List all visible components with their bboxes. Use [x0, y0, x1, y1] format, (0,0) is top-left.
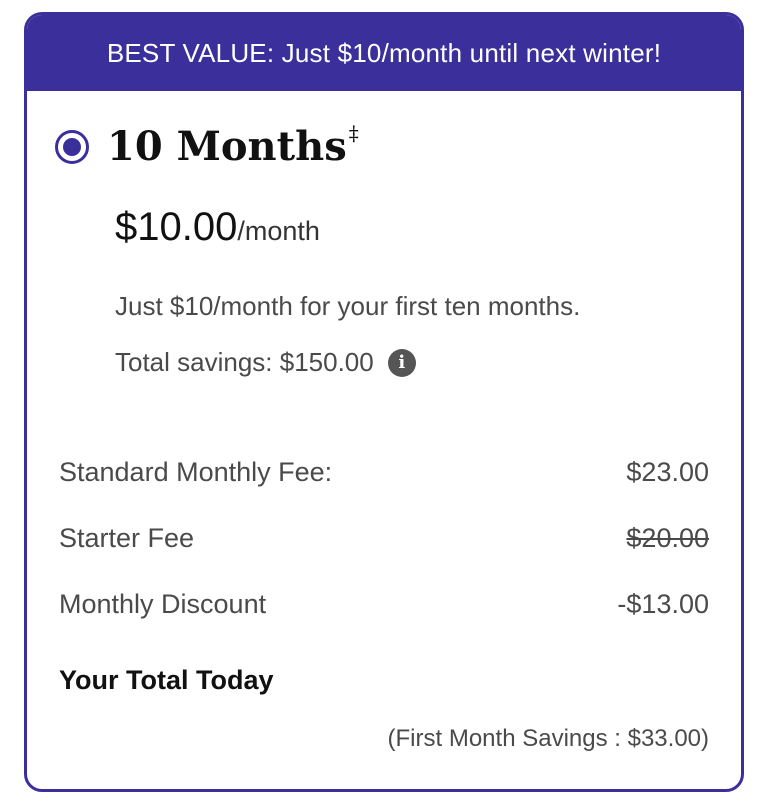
price-amount: $10.00: [115, 205, 238, 249]
info-icon[interactable]: i: [387, 348, 416, 377]
banner-text: BEST VALUE: Just $10/month until next wi…: [106, 37, 662, 68]
plan-title-text: 10 Months: [107, 123, 347, 170]
total-savings-text: Total savings: $150.00: [115, 347, 374, 377]
best-value-banner: BEST VALUE: Just $10/month until next wi…: [27, 15, 741, 91]
monthly-discount-label: Monthly Discount: [59, 589, 267, 619]
price-unit: /month: [237, 216, 320, 246]
plan-option[interactable]: 10 Months ‡: [55, 123, 359, 167]
total-savings: Total savings: $150.00 i: [115, 347, 416, 378]
standard-monthly-fee-row: Standard Monthly Fee: $23.00: [59, 457, 709, 488]
plan-title: 10 Months ‡: [107, 123, 359, 167]
monthly-discount-value: -$13.00: [617, 589, 709, 619]
starter-fee-label: Starter Fee: [59, 523, 195, 553]
standard-monthly-fee-label: Standard Monthly Fee:: [59, 457, 333, 487]
plan-price: $10.00 /month: [115, 205, 320, 250]
starter-fee-value: $20.00: [626, 523, 709, 553]
plan-card[interactable]: BEST VALUE: Just $10/month until next wi…: [24, 12, 744, 792]
plan-title-footnote-mark: ‡: [348, 121, 359, 145]
plan-radio-button[interactable]: [55, 130, 89, 164]
standard-monthly-fee-value: $23.00: [626, 457, 709, 487]
starter-fee-row: Starter Fee $20.00: [59, 523, 709, 554]
monthly-discount-row: Monthly Discount -$13.00: [59, 589, 709, 620]
plan-description: Just $10/month for your first ten months…: [115, 291, 581, 321]
your-total-today-label: Your Total Today: [59, 665, 274, 695]
first-month-savings: (First Month Savings : $33.00): [387, 725, 709, 752]
radio-selected-dot: [63, 138, 81, 156]
